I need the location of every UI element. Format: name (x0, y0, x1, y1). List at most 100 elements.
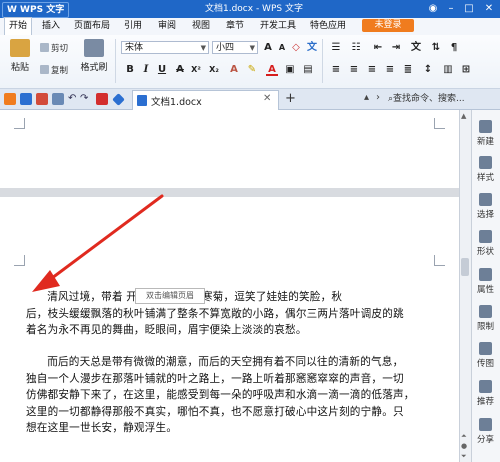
text-effect-icon[interactable]: A (228, 64, 240, 76)
wps-menu-icon[interactable] (4, 93, 16, 105)
align-left-icon[interactable]: ≡ (330, 64, 342, 76)
distribute-icon[interactable]: ≣ (402, 64, 414, 76)
strikethrough-icon[interactable]: A (174, 64, 186, 76)
pane-styles[interactable]: 样式 (471, 156, 500, 183)
paragraph-1[interactable]: 清风过境，带着 开了将绽未绽的寒菊，逗笑了娃娃的笑脸，秋 后，枝头缓缓飘落的秋叶… (26, 289, 450, 339)
maximize-button[interactable]: □ (460, 2, 478, 16)
tab-special-apps[interactable]: 特色应用 (306, 18, 350, 35)
numbered-list-icon[interactable]: ☷ (350, 42, 362, 54)
menu-bar: 开始 插入 页面布局 引用 审阅 视图 章节 开发工具 特色应用 (0, 17, 500, 36)
scroll-up-icon[interactable]: ▲ (461, 112, 466, 120)
char-shading-icon[interactable]: ▤ (302, 64, 314, 76)
scissors-icon (40, 43, 49, 52)
pane-shapes[interactable]: 形状 (471, 230, 500, 257)
bullet-list-icon[interactable]: ☰ (330, 42, 342, 54)
paragraph-2[interactable]: 而后的天总是带有微微的潮意，而后的天空拥有着不同以往的清新的气息， 独自一个人漫… (26, 354, 450, 437)
justify-icon[interactable]: ≡ (384, 64, 396, 76)
pane-recommend[interactable]: 推荐 (471, 380, 500, 407)
paste-icon (10, 39, 30, 57)
print-icon[interactable] (36, 93, 48, 105)
pane-properties[interactable]: 属性 (471, 268, 500, 295)
minimize-button[interactable]: – (442, 2, 460, 16)
chinese-layout-icon[interactable]: 文 (410, 42, 422, 54)
clear-format-icon[interactable]: ◇ (290, 42, 302, 54)
skin-icon[interactable]: ◉ (424, 2, 442, 16)
select-browse-icon[interactable]: ● (461, 442, 467, 450)
line-spacing-icon[interactable]: ↕ (422, 64, 434, 76)
copy-button[interactable]: 复制 (40, 65, 68, 77)
shading-icon[interactable]: ▥ (442, 64, 454, 76)
pane-select[interactable]: 选择 (471, 193, 500, 220)
chevron-down-icon: ▼ (200, 44, 206, 52)
align-right-icon[interactable]: ≡ (366, 64, 378, 76)
superscript-icon[interactable]: X² (190, 64, 202, 76)
cloud-doc-icon[interactable] (112, 93, 125, 106)
pane-share[interactable]: 分享 (471, 418, 500, 445)
ribbon-toolbar: 粘贴 剪切 复制 格式刷 宋体 ▼ 小四 ▼ A A ◇ 文 B I U A X² … (0, 35, 500, 89)
header-tooltip: 双击编辑页眉 (135, 288, 205, 304)
prev-page-icon[interactable]: ⏶ (461, 432, 467, 441)
cut-button[interactable]: 剪切 (40, 43, 68, 55)
lock-icon (479, 305, 492, 318)
document-tab-label: 文档1.docx (151, 97, 202, 108)
borders-icon[interactable]: ⊞ (460, 64, 472, 76)
wps-logo-icon[interactable] (96, 93, 108, 105)
tab-sections[interactable]: 章节 (222, 18, 248, 35)
page-1-bottom[interactable] (0, 110, 459, 188)
subscript-icon[interactable]: X₂ (208, 64, 220, 76)
properties-icon (479, 268, 492, 281)
font-name-select[interactable]: 宋体 ▼ (121, 41, 209, 54)
document-tab[interactable]: 文档1.docx ✕ (132, 90, 279, 110)
next-page-icon[interactable]: ⏷ (461, 452, 467, 461)
tab-view[interactable]: 视图 (188, 18, 214, 35)
tab-insert[interactable]: 插入 (38, 18, 64, 35)
format-painter-button[interactable]: 格式刷 (80, 39, 108, 83)
pane-restrict[interactable]: 限制 (471, 305, 500, 332)
tab-page-layout[interactable]: 页面布局 (70, 18, 114, 35)
pane-upload-image[interactable]: 传图 (471, 342, 500, 369)
bold-button[interactable]: B (124, 64, 136, 76)
login-button[interactable]: 未登录 (362, 19, 414, 32)
image-icon (479, 342, 492, 355)
grow-font-icon[interactable]: A (262, 42, 274, 54)
document-tab-bar: ↶ ↷ 文档1.docx ✕ + ▴ › ⌕查找命令、搜索... (0, 89, 500, 110)
increase-indent-icon[interactable]: ⇥ (390, 42, 402, 54)
close-tab-icon[interactable]: ✕ (263, 93, 271, 104)
preview-icon[interactable] (52, 93, 64, 105)
command-search[interactable]: ⌕查找命令、搜索... (388, 92, 496, 106)
undo-icon[interactable]: ↶ (68, 93, 76, 104)
shrink-font-icon[interactable]: A (276, 42, 288, 54)
save-icon[interactable] (20, 93, 32, 105)
tab-references[interactable]: 引用 (120, 18, 146, 35)
close-button[interactable]: ✕ (480, 2, 498, 16)
italic-button[interactable]: I (140, 64, 152, 76)
paste-button[interactable]: 粘贴 (6, 39, 34, 83)
divider (322, 39, 323, 83)
margin-mark (434, 118, 445, 129)
font-color-button[interactable]: A (266, 64, 278, 76)
tab-home[interactable]: 开始 (4, 17, 33, 35)
sort-icon[interactable]: ⇅ (430, 42, 442, 54)
tab-review[interactable]: 审阅 (154, 18, 180, 35)
styles-icon (479, 156, 492, 169)
decrease-indent-icon[interactable]: ⇤ (372, 42, 384, 54)
highlight-icon[interactable]: ✎ (246, 64, 258, 76)
underline-button[interactable]: U (156, 64, 168, 76)
pinyin-icon[interactable]: 文 (306, 42, 318, 54)
char-border-icon[interactable]: ▣ (284, 64, 296, 76)
collapse-ribbon-icon[interactable]: ▴ (364, 92, 369, 103)
back-icon[interactable]: › (376, 92, 380, 103)
margin-mark (14, 118, 25, 129)
show-marks-icon[interactable]: ¶ (448, 42, 460, 54)
text-line: 清风过境，带着 开了将绽未绽的寒菊，逗笑了娃娃的笑脸，秋 (47, 291, 343, 303)
new-doc-icon (479, 120, 492, 133)
app-logo[interactable]: W WPS 文字 (2, 2, 70, 18)
margin-mark (434, 255, 445, 266)
redo-icon[interactable]: ↷ (80, 93, 88, 104)
new-tab-button[interactable]: + (285, 91, 296, 106)
scrollbar-thumb[interactable] (461, 258, 469, 276)
font-size-select[interactable]: 小四 ▼ (212, 41, 258, 54)
tab-developer[interactable]: 开发工具 (256, 18, 300, 35)
align-center-icon[interactable]: ≡ (348, 64, 360, 76)
pane-new[interactable]: 新建 (471, 120, 500, 147)
